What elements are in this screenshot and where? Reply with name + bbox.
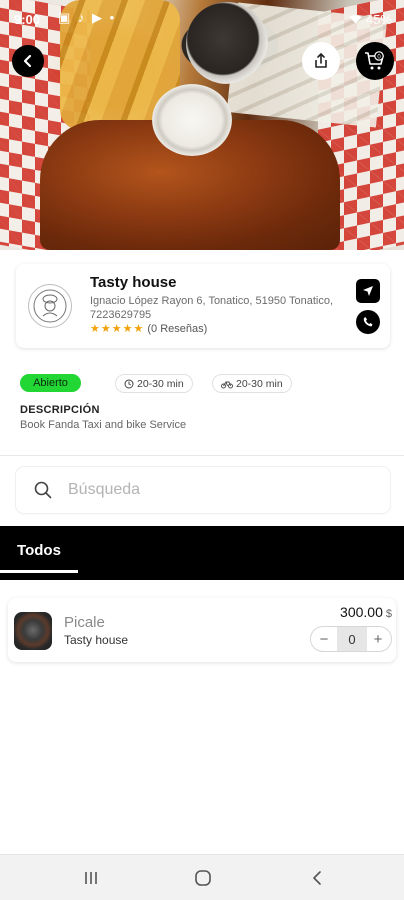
- product-image: [14, 612, 52, 650]
- share-icon: [315, 53, 327, 68]
- system-back-button[interactable]: [302, 866, 332, 890]
- restaurant-logo: [28, 284, 72, 328]
- restaurant-page: 9:00 ▣ ♪ ▶ • 45% 0 Tasty house Ignacio L…: [0, 0, 404, 900]
- back-button[interactable]: [12, 45, 44, 77]
- hero-food-image: 9:00 ▣ ♪ ▶ • 45% 0: [0, 0, 404, 250]
- restaurant-rating: ★★★★★ (0 Reseñas): [90, 322, 207, 335]
- status-time: 9:00: [14, 12, 41, 27]
- directions-button[interactable]: [356, 279, 380, 303]
- decrease-quantity-button[interactable]: −: [313, 627, 335, 651]
- home-button[interactable]: [188, 866, 218, 890]
- bike-time-pill: 20-30 min: [212, 374, 292, 393]
- product-name: Picale: [64, 614, 105, 631]
- phone-icon: [363, 317, 373, 327]
- restaurant-address: Ignacio López Rayon 6, Tonatico, 51950 T…: [90, 294, 340, 322]
- wifi-icon: [349, 12, 366, 27]
- description-text: Book Fanda Taxi and bike Service: [20, 419, 187, 431]
- restaurant-phone: 7223629795: [90, 309, 152, 321]
- battery-label: 45%: [365, 12, 392, 27]
- clock-icon: [124, 379, 134, 388]
- recents-button[interactable]: [76, 866, 106, 890]
- product-price-currency: $: [385, 608, 392, 620]
- quantity-stepper: − 0 +: [310, 626, 392, 652]
- share-button[interactable]: [302, 42, 340, 80]
- search-icon: [34, 481, 52, 499]
- description-title: DESCRIPCIÓN: [20, 404, 100, 416]
- delivery-time-pill: 20-30 min: [115, 374, 193, 393]
- hero-ranch-cup: [152, 84, 232, 156]
- active-tab-indicator: [0, 570, 78, 573]
- tab-todos[interactable]: Todos: [0, 526, 78, 574]
- system-navigation-bar: [0, 854, 404, 900]
- product-card[interactable]: Picale Tasty house 300.00 $ − 0 +: [8, 598, 396, 662]
- recents-icon: [85, 872, 97, 884]
- bike-icon: [221, 381, 233, 388]
- call-button[interactable]: [356, 310, 380, 334]
- chevron-left-icon: [313, 871, 321, 885]
- navigation-arrow-icon: [363, 286, 373, 296]
- section-divider: [0, 455, 404, 456]
- search-input[interactable]: [68, 475, 368, 505]
- restaurant-card: Tasty house Ignacio López Rayon 6, Tonat…: [16, 264, 390, 348]
- status-battery: 45%: [349, 12, 392, 27]
- restaurant-address-line: Ignacio López Rayon 6, Tonatico, 51950 T…: [90, 295, 333, 307]
- product-store: Tasty house: [64, 633, 129, 647]
- product-price: 300.00 $: [340, 604, 392, 620]
- chevron-left-icon: [23, 54, 32, 68]
- product-price-value: 300.00: [340, 604, 383, 620]
- chef-logo-icon: [33, 289, 67, 323]
- increase-quantity-button[interactable]: +: [367, 627, 389, 651]
- status-notification-icons: ▣ ♪ ▶ •: [58, 10, 117, 25]
- search-box[interactable]: [16, 467, 390, 513]
- open-status-badge: Abierto: [20, 374, 81, 392]
- cart-icon: 0: [365, 51, 384, 70]
- delivery-time-text: 20-30 min: [137, 377, 184, 390]
- bike-time-text: 20-30 min: [236, 377, 283, 390]
- quantity-value: 0: [337, 627, 367, 651]
- restaurant-name: Tasty house: [90, 274, 177, 291]
- reviews-count: (0 Reseñas): [147, 323, 208, 335]
- status-bar: 9:00 ▣ ♪ ▶ • 45%: [0, 0, 404, 44]
- star-rating-icons: ★★★★★: [90, 323, 145, 335]
- home-icon: [195, 870, 211, 886]
- category-tab-bar: Todos: [0, 526, 404, 580]
- cart-button[interactable]: 0: [356, 42, 394, 80]
